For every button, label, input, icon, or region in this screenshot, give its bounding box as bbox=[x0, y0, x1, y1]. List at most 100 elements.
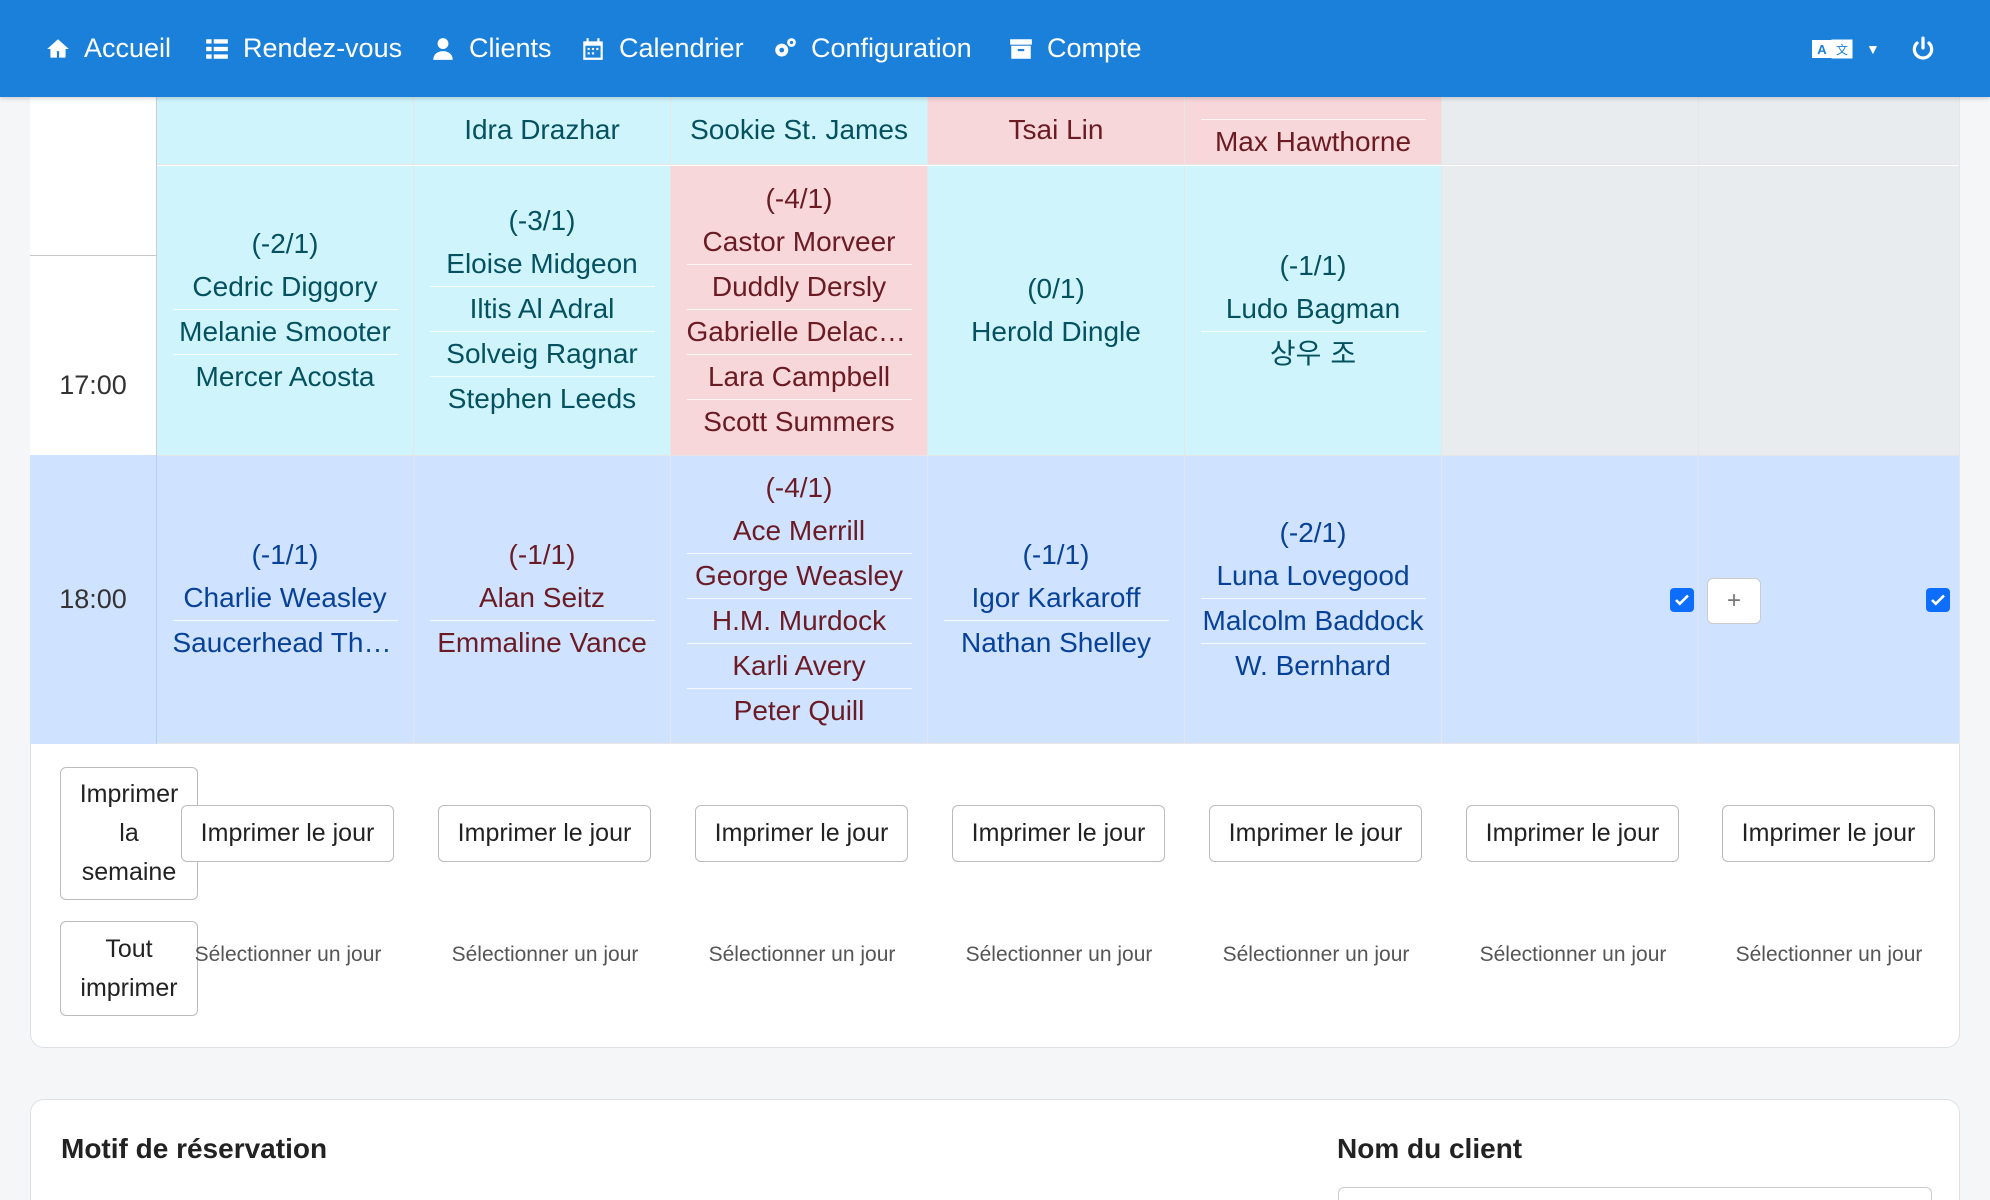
cogs-icon bbox=[775, 37, 796, 57]
client-name[interactable]: Tsai Lin bbox=[944, 108, 1169, 152]
nav-clients[interactable]: Clients bbox=[430, 0, 552, 97]
print-day-button[interactable]: Imprimer le jour bbox=[181, 805, 394, 862]
print-all-button[interactable]: Tout imprimer bbox=[60, 921, 198, 1016]
slot-count: (-1/1) bbox=[1022, 539, 1090, 570]
client-name[interactable]: Eloise Midgeon bbox=[430, 242, 655, 286]
nav-calendar-label: Calendrier bbox=[619, 33, 744, 63]
translate-icon: A文 bbox=[1812, 39, 1853, 58]
logout-button[interactable] bbox=[1910, 0, 1936, 97]
print-day-button[interactable]: Imprimer le jour bbox=[438, 805, 651, 862]
client-name[interactable]: Solveig Ragnar bbox=[429, 331, 655, 376]
print-day-button[interactable]: Imprimer le jour bbox=[952, 805, 1165, 862]
check-icon bbox=[1675, 594, 1689, 606]
client-name[interactable]: Iltis Al Adral bbox=[429, 286, 655, 331]
appointment-cell[interactable]: (-4/1) Castor Morveer Duddly Dersly Gabr… bbox=[671, 166, 928, 456]
client-name[interactable]: Gabrielle Delacour bbox=[686, 308, 912, 354]
client-name[interactable]: 상우 조 bbox=[1200, 331, 1426, 376]
client-name[interactable]: Ace Merrill bbox=[687, 509, 912, 553]
nav-calendar[interactable]: Calendrier bbox=[580, 0, 744, 97]
select-day-link[interactable]: Sélectionner un jour bbox=[1458, 943, 1688, 967]
top-navbar: Accueil Rendez-vous Clients Calendrier C… bbox=[0, 0, 1990, 97]
select-day-link[interactable]: Sélectionner un jour bbox=[1714, 943, 1944, 967]
print-week-label-3: semaine bbox=[81, 858, 177, 886]
nav-account[interactable]: Compte bbox=[1008, 0, 1142, 97]
client-name[interactable]: Duddly Dersly bbox=[686, 263, 912, 309]
client-name[interactable]: Igor Karkaroff bbox=[944, 576, 1169, 620]
client-name[interactable]: Mercer Acosta bbox=[172, 353, 398, 399]
client-name[interactable]: Scott Summers bbox=[686, 398, 912, 444]
client-name[interactable]: Melanie Smooter bbox=[172, 308, 398, 354]
client-name[interactable]: George Weasley bbox=[686, 552, 912, 598]
appointment-cell[interactable]: (-2/1) Cedric Diggory Melanie Smooter Me… bbox=[157, 166, 414, 456]
client-name-input[interactable] bbox=[1338, 1187, 1932, 1200]
language-dropdown[interactable]: A文 ▼ bbox=[1812, 0, 1880, 97]
slot-count: (-4/1) bbox=[765, 471, 833, 503]
client-name[interactable]: Karli Avery bbox=[686, 642, 912, 688]
svg-text:文: 文 bbox=[1836, 42, 1848, 57]
client-name[interactable]: Max Hawthorne bbox=[1200, 119, 1426, 164]
client-name[interactable]: Alan Seitz bbox=[430, 576, 655, 620]
slot-count: (-2/1) bbox=[251, 227, 319, 259]
appointment-cell[interactable]: (-1/1) Ludo Bagman 상우 조 bbox=[1185, 166, 1442, 456]
client-name[interactable]: Malcolm Baddock bbox=[1200, 597, 1426, 643]
chevron-down-icon: ▼ bbox=[1866, 40, 1880, 57]
nav-configuration[interactable]: Configuration bbox=[772, 0, 972, 97]
client-name-label: Nom du client bbox=[1337, 1133, 1523, 1164]
select-day-link[interactable]: Sélectionner un jour bbox=[430, 943, 660, 967]
empty-cell[interactable] bbox=[1442, 166, 1699, 456]
client-name[interactable]: W. Bernhard bbox=[1200, 642, 1426, 688]
print-day-button[interactable]: Imprimer le jour bbox=[1209, 805, 1422, 862]
select-day-link[interactable]: Sélectionner un jour bbox=[1201, 943, 1431, 967]
client-name[interactable]: Sookie St. James bbox=[687, 108, 912, 152]
print-day-button[interactable]: Imprimer le jour bbox=[1466, 805, 1679, 862]
slot-count: (-3/1) bbox=[508, 205, 576, 236]
print-day-button[interactable]: Imprimer le jour bbox=[1722, 805, 1935, 862]
appointment-cell[interactable]: (-1/1) Charlie Weasley Saucerhead Tharpe bbox=[157, 456, 414, 744]
appointment-cell[interactable]: (-1/1) Igor Karkaroff Nathan Shelley bbox=[928, 456, 1185, 744]
slot-count: (-1/1) bbox=[508, 539, 576, 570]
client-name[interactable]: Charlie Weasley bbox=[173, 576, 398, 620]
nav-home[interactable]: Accueil bbox=[45, 0, 171, 97]
client-name[interactable]: Saucerhead Tharpe bbox=[172, 620, 398, 665]
client-name[interactable]: Luna Lovegood bbox=[1201, 554, 1426, 598]
print-all-label-2: imprimer bbox=[80, 973, 178, 1002]
nav-appointments[interactable]: Rendez-vous bbox=[204, 0, 402, 97]
client-name[interactable]: Idra Drazhar bbox=[430, 108, 655, 152]
client-name[interactable]: Castor Morveer bbox=[687, 220, 912, 264]
empty-cell[interactable] bbox=[1699, 166, 1960, 456]
slot-count: (-1/1) bbox=[251, 539, 319, 570]
print-week-button[interactable]: Imprimer la semaine bbox=[60, 767, 198, 900]
client-name[interactable]: Nathan Shelley bbox=[943, 620, 1169, 665]
appointment-cell[interactable]: (0/1) Herold Dingle bbox=[928, 166, 1185, 456]
print-week-label-2: la bbox=[119, 819, 139, 847]
user-icon bbox=[433, 37, 453, 60]
add-appointment-button[interactable]: + bbox=[1707, 578, 1761, 624]
client-name[interactable]: Cedric Diggory bbox=[173, 265, 398, 309]
appointment-cell[interactable]: (-3/1) Eloise Midgeon Iltis Al Adral Sol… bbox=[414, 166, 671, 456]
client-name[interactable]: Peter Quill bbox=[686, 687, 912, 733]
empty-cell[interactable] bbox=[1442, 456, 1699, 744]
select-day-link[interactable]: Sélectionner un jour bbox=[944, 943, 1174, 967]
client-name[interactable]: Stephen Leeds bbox=[429, 376, 655, 421]
nav-configuration-label: Configuration bbox=[811, 33, 972, 63]
appointment-cell[interactable]: (-2/1) Luna Lovegood Malcolm Baddock W. … bbox=[1185, 456, 1442, 744]
print-day-button[interactable]: Imprimer le jour bbox=[695, 805, 908, 862]
svg-text:A: A bbox=[1817, 42, 1827, 57]
select-day-link[interactable]: Sélectionner un jour bbox=[173, 943, 403, 967]
home-icon bbox=[47, 38, 69, 58]
archive-icon bbox=[1010, 38, 1032, 59]
print-all-label-1: Tout bbox=[105, 934, 153, 963]
appointment-cell[interactable]: (-1/1) Alan Seitz Emmaline Vance bbox=[414, 456, 671, 744]
client-name[interactable]: H.M. Murdock bbox=[686, 597, 912, 643]
power-icon bbox=[1912, 36, 1934, 60]
nav-account-label: Compte bbox=[1047, 33, 1142, 63]
client-name[interactable]: Lara Campbell bbox=[686, 353, 912, 399]
client-name[interactable]: Emmaline Vance bbox=[429, 620, 655, 665]
client-name[interactable]: Ludo Bagman bbox=[1201, 287, 1426, 331]
select-day-link[interactable]: Sélectionner un jour bbox=[687, 943, 917, 967]
appointment-cell[interactable]: (-4/1) Ace Merrill George Weasley H.M. M… bbox=[671, 456, 928, 744]
check-icon bbox=[1931, 594, 1945, 606]
select-checkbox[interactable] bbox=[1926, 588, 1950, 612]
client-name[interactable]: Herold Dingle bbox=[944, 310, 1169, 354]
select-checkbox[interactable] bbox=[1670, 588, 1694, 612]
